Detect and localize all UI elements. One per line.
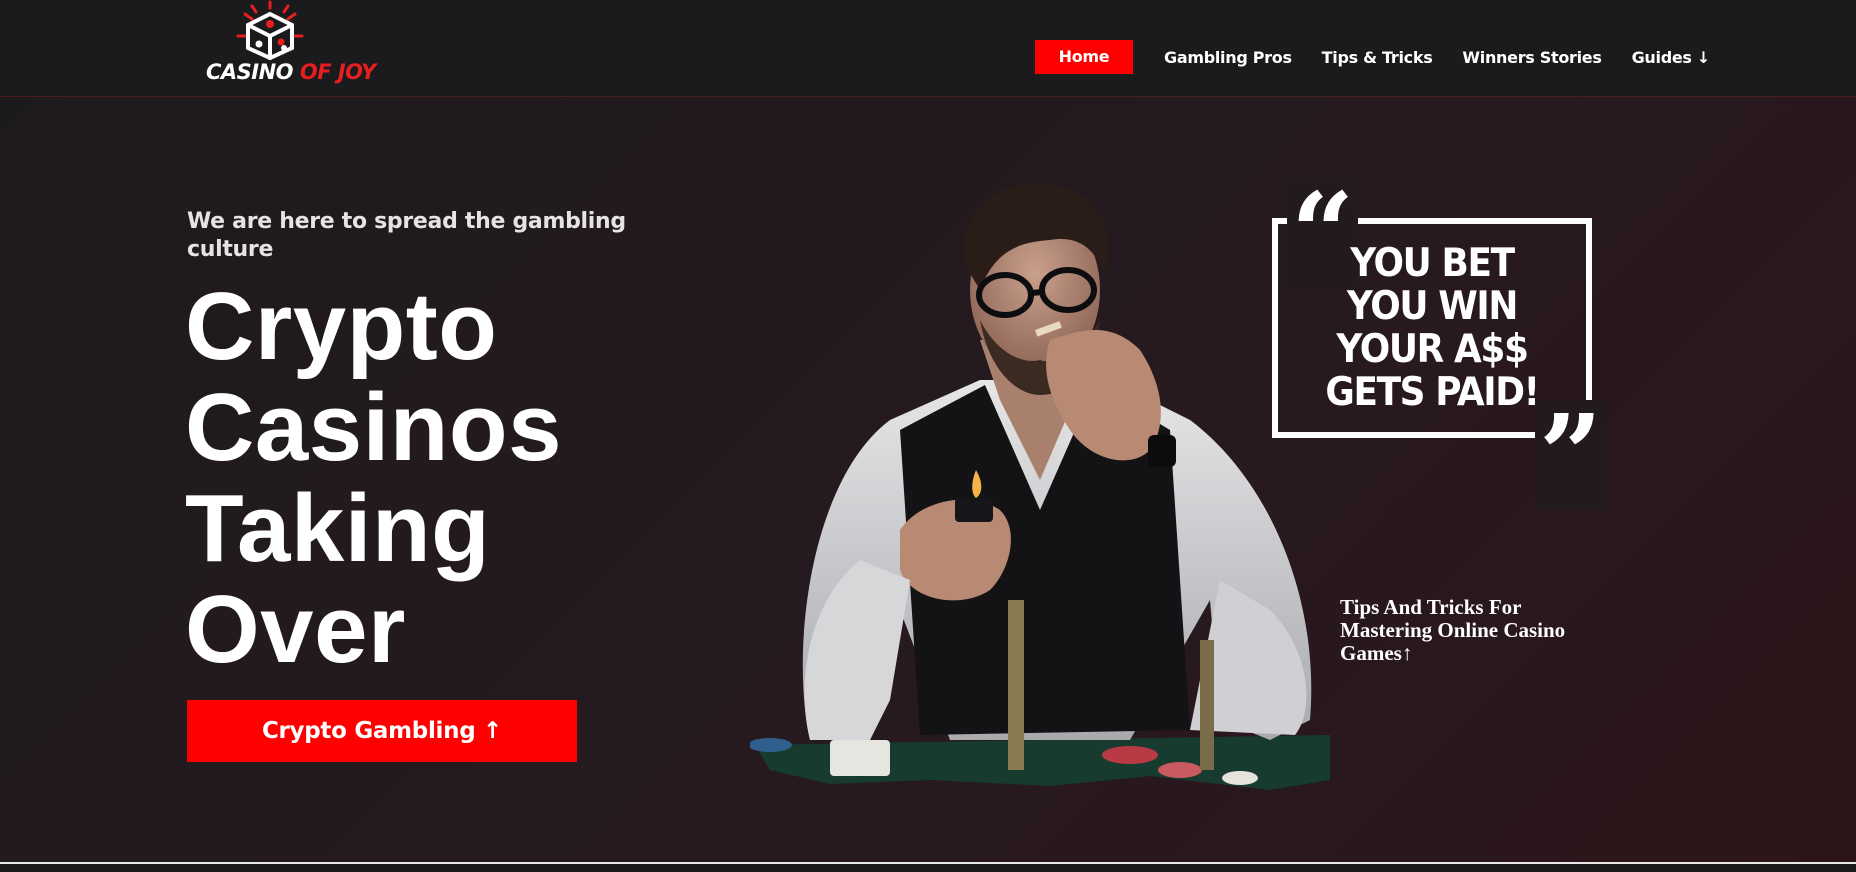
nav-winners-stories[interactable]: Winners Stories — [1462, 48, 1601, 67]
crypto-gambling-button[interactable]: Crypto Gambling ↑ — [187, 700, 577, 762]
quote-line-4: GETS PAID! — [1325, 370, 1540, 415]
logo-word-of-joy: OF JOY — [299, 60, 376, 84]
quote-graphic: “ ” YOU BET YOU WIN YOUR A$$ GETS PAID! — [1265, 178, 1610, 510]
site-header: CASINO OF JOY Home Gambling Pros Tips & … — [0, 0, 1856, 97]
tips-and-tricks-link[interactable]: Tips And Tricks For Mastering Online Cas… — [1340, 596, 1610, 665]
close-quote-icon: ” — [1535, 400, 1607, 510]
headline-line-3: Taking — [185, 475, 491, 582]
nav-gambling-pros[interactable]: Gambling Pros — [1164, 48, 1292, 67]
main-nav: Home Gambling Pros Tips & Tricks Winners… — [1035, 40, 1740, 74]
nav-guides-dropdown[interactable]: Guides ↓ — [1632, 48, 1711, 67]
hero-headline: Crypto Casinos Taking Over — [185, 276, 705, 680]
nav-tips-tricks[interactable]: Tips & Tricks — [1322, 48, 1433, 67]
tips-link-line-2: Mastering Online Casino — [1340, 618, 1566, 642]
site-logo[interactable]: CASINO OF JOY — [200, 0, 376, 92]
headline-line-2: Casinos — [185, 374, 562, 481]
dice-logo-icon — [236, 0, 304, 61]
headline-line-1: Crypto — [185, 273, 498, 380]
nav-home[interactable]: Home — [1035, 40, 1133, 74]
hero-subtitle: We are here to spread the gambling cultu… — [187, 209, 626, 262]
quote-line-2: YOU WIN — [1346, 284, 1519, 329]
logo-text: CASINO OF JOY — [206, 60, 376, 84]
headline-line-4: Over — [185, 576, 406, 683]
quote-line-1: YOU BET — [1350, 241, 1515, 286]
bottom-strip — [0, 864, 1856, 872]
quote-text: YOU BET YOU WIN YOUR A$$ GETS PAID! — [1285, 242, 1579, 414]
tips-link-line-1: Tips And Tricks For — [1340, 595, 1522, 619]
logo-word-casino: CASINO — [206, 60, 294, 84]
quote-line-3: YOUR A$$ — [1336, 327, 1529, 372]
tips-link-line-3: Games↑ — [1340, 641, 1413, 665]
man-smoking-cigar-image — [750, 183, 1330, 790]
